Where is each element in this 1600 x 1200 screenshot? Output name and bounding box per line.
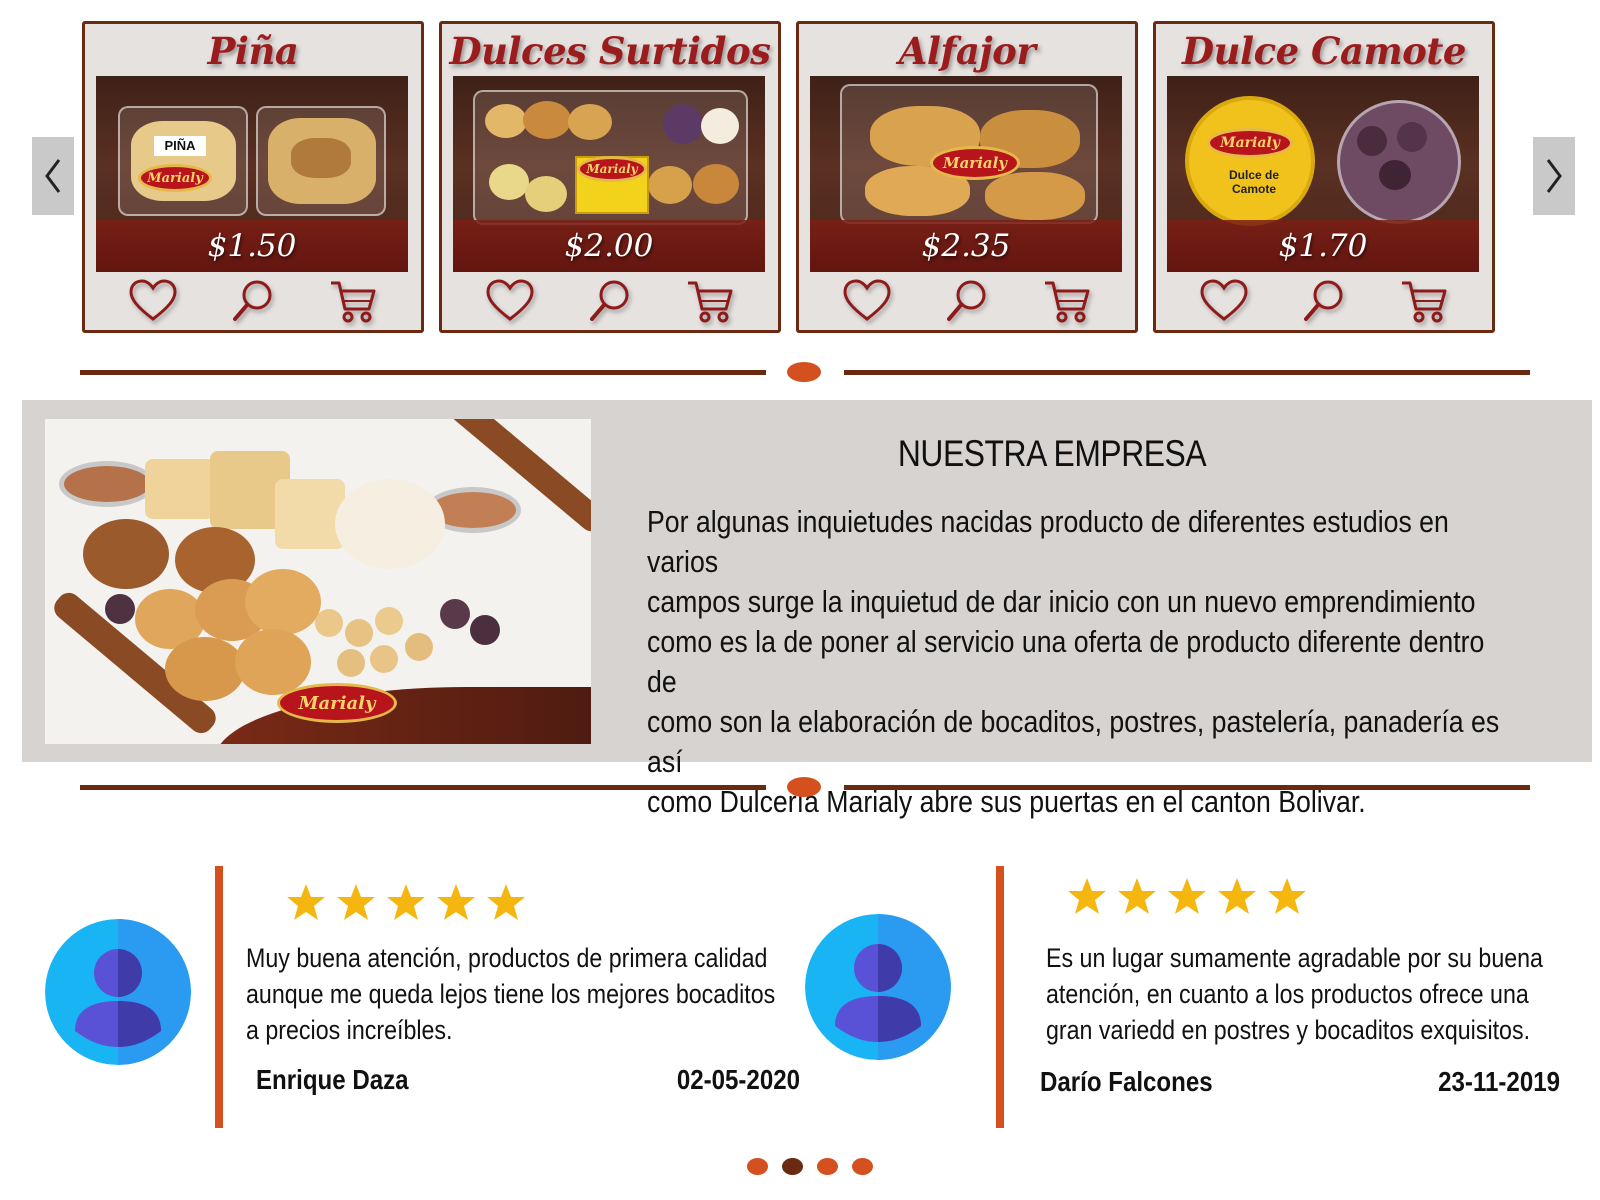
star-icon [1218, 878, 1256, 914]
search-icon [1304, 280, 1343, 321]
about-image: Marialy [45, 419, 591, 744]
brand-logo: Marialy [1207, 128, 1293, 158]
heart-icon [843, 279, 891, 321]
pager-dot[interactable] [817, 1158, 838, 1175]
pager-dot-active[interactable] [782, 1158, 803, 1175]
user-icon [805, 914, 951, 1060]
about-section: Marialy NUESTRA EMPRESA Por algunas inqu… [22, 400, 1592, 819]
cart-icon [1045, 281, 1090, 323]
review-card: Muy buena atención, productos de primera… [40, 866, 820, 1128]
product-title: Piña [207, 29, 299, 73]
product-image: PIÑA Marialy $1.50 [96, 76, 408, 272]
star-icon [1168, 878, 1206, 914]
heart-icon [1200, 279, 1248, 321]
review-text: Es un lugar sumamente agradable por su b… [1046, 943, 1543, 1045]
product-box-label: Dulce de Camote [1228, 168, 1279, 196]
rating-stars [1066, 876, 1308, 916]
avatar [805, 914, 951, 1060]
review-date: 02-05-2020 [676, 1064, 800, 1095]
brand-logo: Marialy [577, 156, 647, 182]
cart-icon [1402, 281, 1447, 323]
heart-icon [486, 279, 534, 321]
rating-stars [285, 882, 527, 922]
star-icon [1118, 878, 1156, 914]
favorite-button[interactable] [841, 277, 893, 325]
favorite-button[interactable] [484, 277, 536, 325]
product-title: Alfajor [898, 29, 1036, 73]
chevron-right-icon [1546, 159, 1562, 193]
search-icon [233, 280, 272, 321]
testimonial-pager [747, 1158, 873, 1175]
star-icon [387, 884, 425, 920]
search-icon [590, 280, 629, 321]
product-title: Dulces Surtidos [449, 29, 771, 73]
user-icon [45, 919, 191, 1065]
product-card-alfajor[interactable]: Alfajor Marialy $2.35 [796, 21, 1138, 333]
product-card-dulces-surtidos[interactable]: Dulces Surtidos Marialy $2.00 [439, 21, 781, 333]
pager-dot[interactable] [747, 1158, 768, 1175]
review-date: 23-11-2019 [1438, 1066, 1560, 1097]
brand-logo: Marialy [930, 146, 1020, 180]
pager-dot[interactable] [852, 1158, 873, 1175]
carousel-prev-button[interactable] [32, 137, 74, 215]
view-product-button[interactable] [1298, 277, 1350, 325]
star-icon [487, 884, 525, 920]
favorite-button[interactable] [127, 277, 179, 325]
brand-logo: Marialy [277, 683, 397, 723]
about-title: NUESTRA EMPRESA [897, 433, 1207, 474]
cart-icon [331, 281, 376, 323]
view-product-button[interactable] [941, 277, 993, 325]
product-price: $1.50 [207, 228, 297, 264]
star-icon [1268, 878, 1306, 914]
review-text: Muy buena atención, productos de primera… [246, 943, 776, 1045]
product-price: $2.00 [564, 228, 654, 264]
product-image: Marialy $2.35 [810, 76, 1122, 272]
review-author: Darío Falcones [1040, 1066, 1213, 1097]
add-to-cart-button[interactable] [1398, 277, 1450, 325]
view-product-button[interactable] [584, 277, 636, 325]
avatar [45, 919, 191, 1065]
add-to-cart-button[interactable] [1041, 277, 1093, 325]
favorite-button[interactable] [1198, 277, 1250, 325]
divider-dot [787, 777, 821, 797]
section-divider [80, 362, 1530, 382]
product-title: Dulce Camote [1182, 29, 1466, 73]
add-to-cart-button[interactable] [684, 277, 736, 325]
star-icon [1068, 878, 1106, 914]
view-product-button[interactable] [227, 277, 279, 325]
brand-logo: Marialy [138, 164, 212, 192]
product-image: Marialy Dulce de Camote $1.70 [1167, 76, 1479, 272]
about-text: Por algunas inquietudes nacidas producto… [647, 504, 1500, 819]
add-to-cart-button[interactable] [327, 277, 379, 325]
product-box-label: PIÑA [154, 136, 206, 156]
product-price: $1.70 [1278, 228, 1368, 264]
product-image: Marialy $2.00 [453, 76, 765, 272]
carousel-next-button[interactable] [1533, 137, 1575, 215]
divider-dot [787, 362, 821, 382]
chevron-left-icon [45, 159, 61, 193]
star-icon [287, 884, 325, 920]
product-card-dulce-camote[interactable]: Dulce Camote Marialy Dulce de Camote $1.… [1153, 21, 1495, 333]
section-divider [80, 777, 1530, 797]
cart-icon [688, 281, 733, 323]
review-card: Es un lugar sumamente agradable por su b… [800, 866, 1580, 1128]
review-author: Enrique Daza [256, 1064, 409, 1095]
search-icon [947, 280, 986, 321]
product-card-pina[interactable]: Piña PIÑA Marialy $1.50 [82, 21, 424, 333]
star-icon [437, 884, 475, 920]
star-icon [337, 884, 375, 920]
product-price: $2.35 [921, 228, 1011, 264]
heart-icon [129, 279, 177, 321]
